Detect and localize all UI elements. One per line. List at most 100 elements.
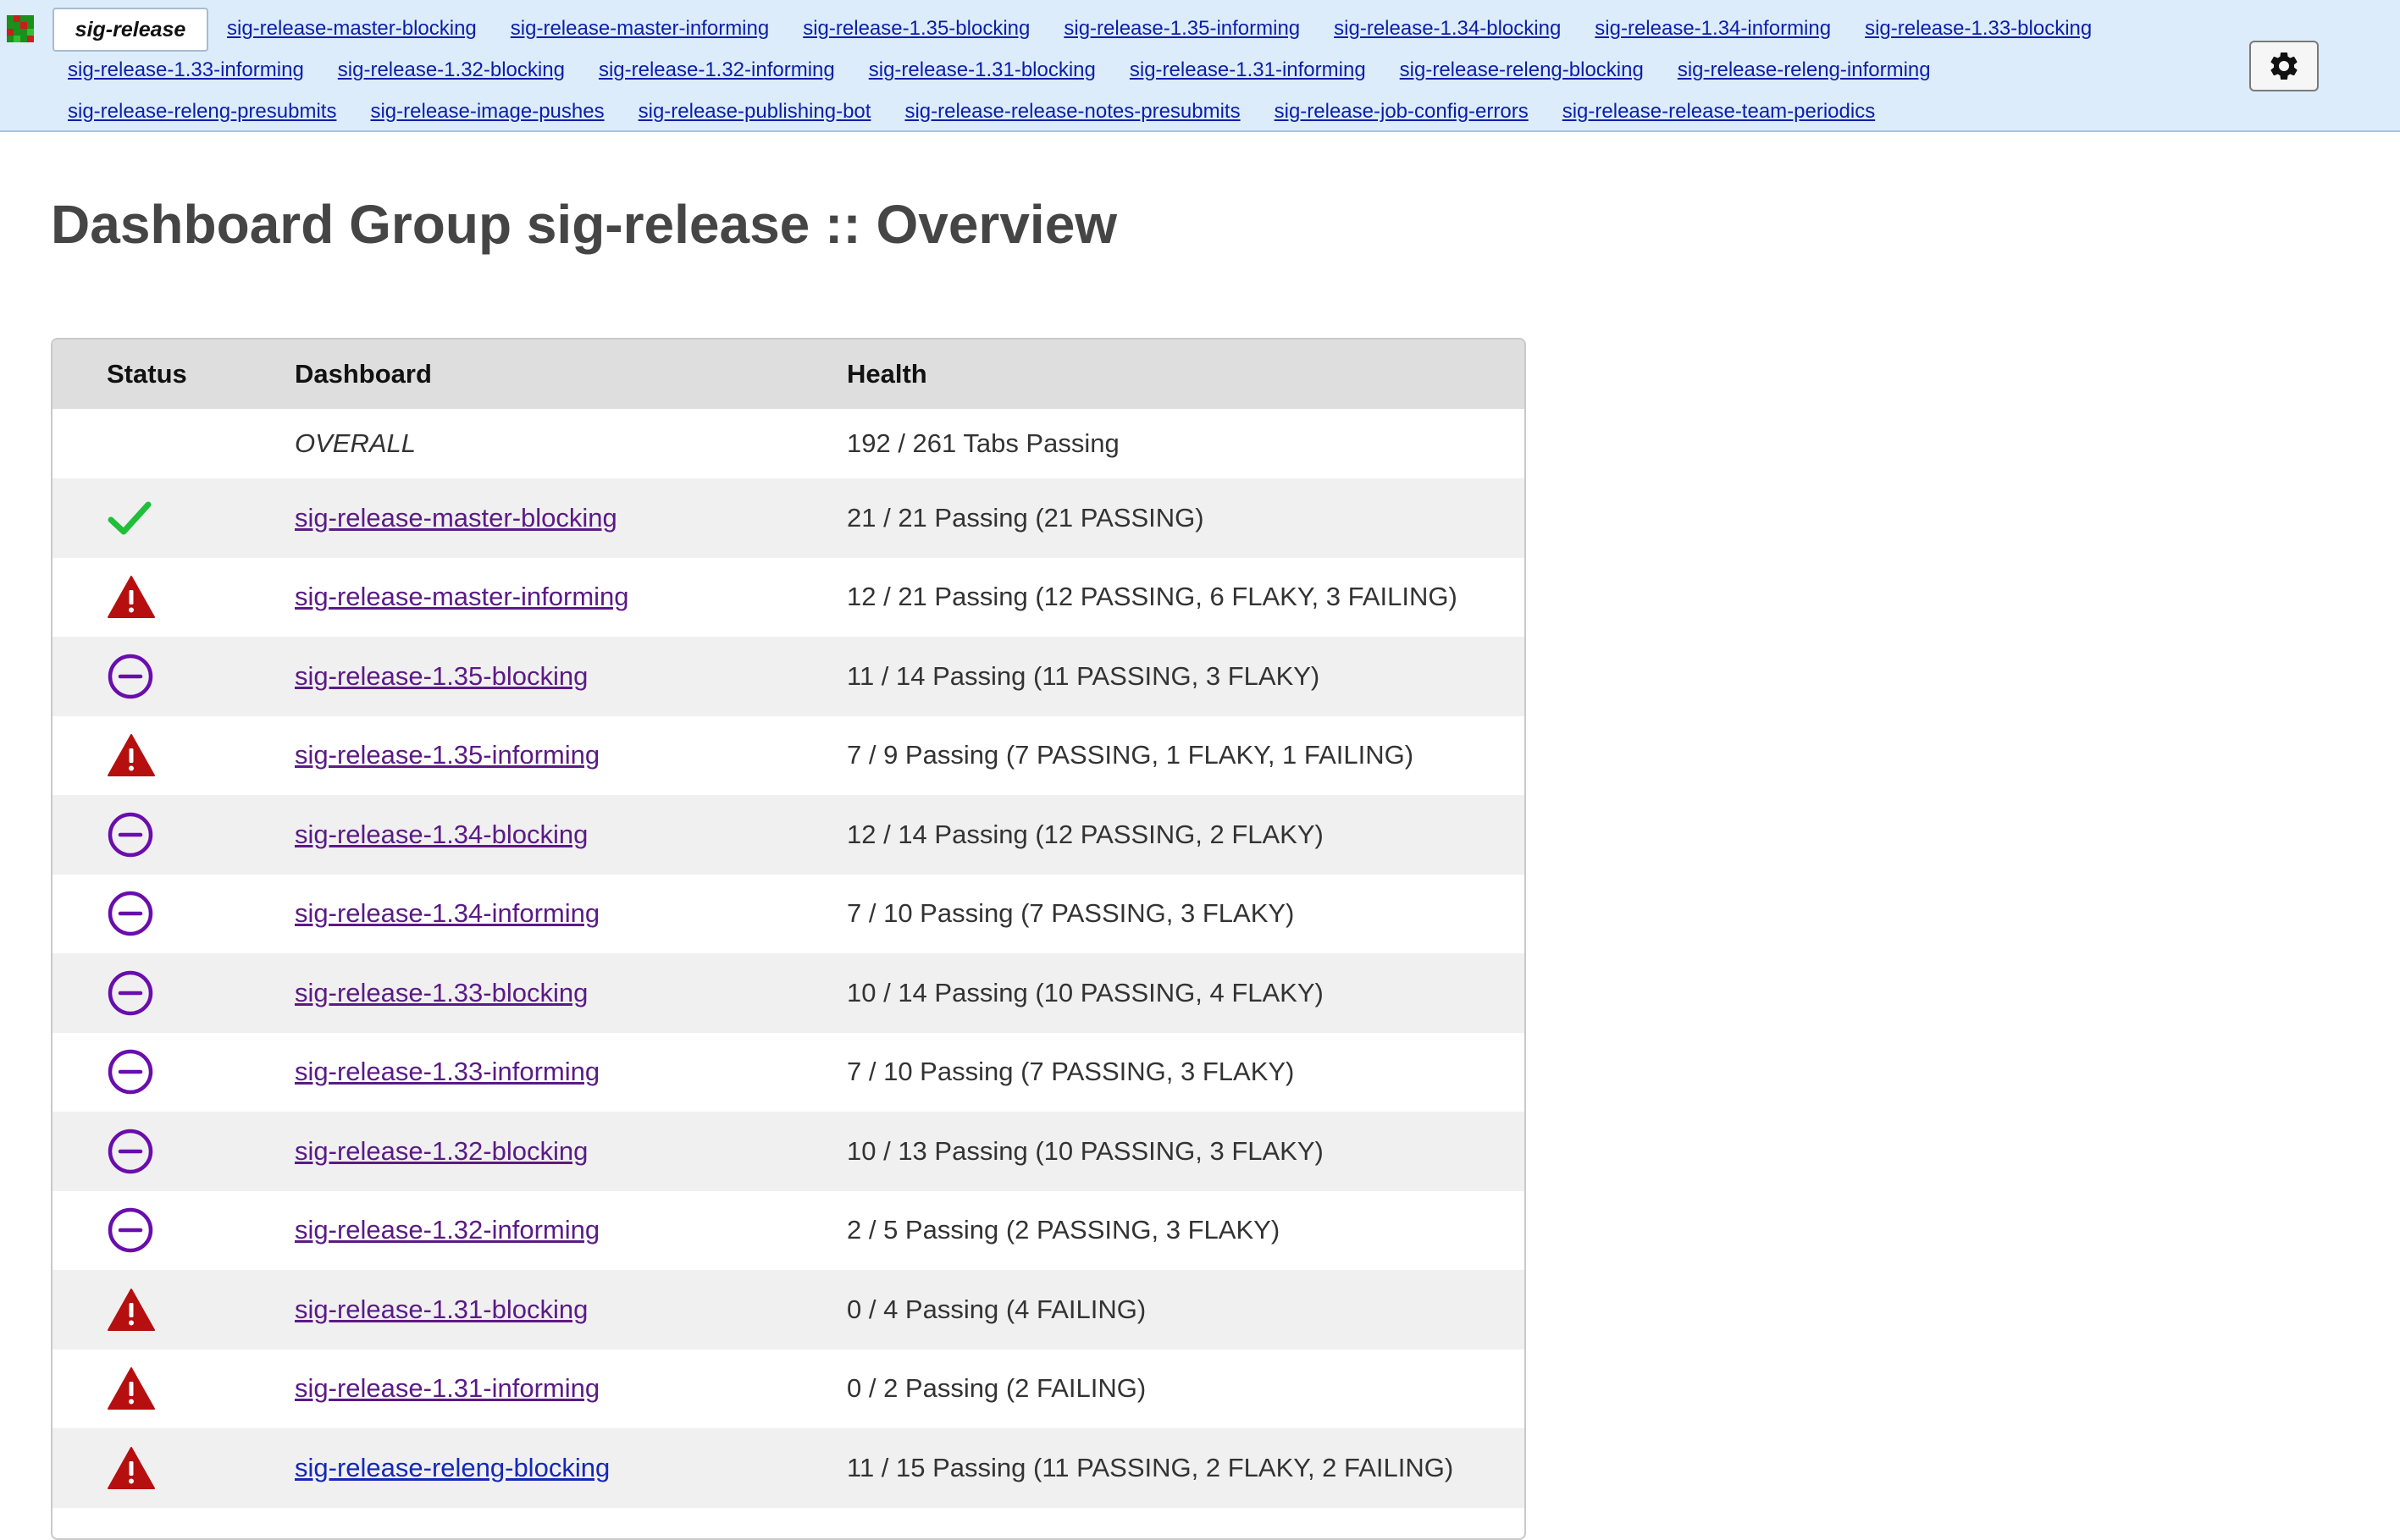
table-row: sig-release-releng-blocking 11 / 15 Passi…: [53, 1428, 1524, 1508]
nav-link-sig-release-release-team-periodics[interactable]: sig-release-release-team-periodics: [1562, 99, 1875, 124]
minus-circle-icon: [108, 891, 153, 936]
dashboard-link[interactable]: sig-release-1.33-blocking: [295, 978, 588, 1007]
status-cell: [53, 1270, 295, 1350]
status-cell: [53, 478, 295, 558]
health-cell: 12 / 21 Passing (12 PASSING, 6 FLAKY, 3 …: [847, 582, 1457, 612]
dashboard-cell: sig-release-master-informing: [295, 558, 847, 638]
dashboard-link[interactable]: sig-release-master-informing: [295, 582, 629, 611]
minus-circle-icon: [108, 1208, 153, 1253]
dashboard-table: Status Dashboard Health OVERALL 192 / 26…: [53, 339, 1524, 1508]
status-cell: [53, 637, 295, 716]
status-cell: [53, 716, 295, 796]
dashboard-link[interactable]: sig-release-1.31-informing: [295, 1373, 600, 1403]
nav-link-sig-release-1.35-blocking[interactable]: sig-release-1.35-blocking: [803, 16, 1030, 41]
nav-link-sig-release-releng-presubmits[interactable]: sig-release-releng-presubmits: [68, 99, 336, 124]
table-row: sig-release-1.32-blocking 10 / 13 Passing…: [53, 1112, 1524, 1191]
dashboard-link[interactable]: sig-release-releng-blocking: [295, 1453, 610, 1482]
health-cell: 11 / 14 Passing (11 PASSING, 3 FLAKY): [847, 637, 1524, 716]
health-cell: 7 / 10 Passing (7 PASSING, 3 FLAKY): [847, 1057, 1295, 1087]
table-row: sig-release-1.35-blocking 11 / 14 Passing…: [53, 637, 1524, 716]
health-cell: 7 / 10 Passing (7 PASSING, 3 FLAKY): [847, 898, 1295, 929]
nav-link-sig-release-1.33-blocking[interactable]: sig-release-1.33-blocking: [1865, 16, 2092, 41]
dashboard-cell: sig-release-1.35-informing: [295, 716, 847, 796]
table-row: sig-release-1.31-blocking 0 / 4 Passing (…: [53, 1270, 1524, 1350]
table-row: sig-release-1.33-informing 7 / 10 Passing…: [53, 1033, 1524, 1112]
nav-link-sig-release-1.33-informing[interactable]: sig-release-1.33-informing: [68, 58, 304, 83]
nav-link-sig-release-1.32-informing[interactable]: sig-release-1.32-informing: [599, 58, 835, 83]
nav-link-sig-release-1.34-blocking[interactable]: sig-release-1.34-blocking: [1334, 16, 1561, 41]
table-row: sig-release-1.34-informing 7 / 10 Passing…: [53, 875, 1524, 954]
status-cell: [53, 875, 295, 954]
minus-circle-icon: [108, 812, 153, 857]
health-cell: 2 / 5 Passing (2 PASSING, 3 FLAKY): [847, 1215, 1280, 1245]
overall-label: OVERALL: [295, 428, 417, 458]
nav-current-group[interactable]: sig-release: [53, 8, 208, 52]
dashboard-cell: sig-release-1.35-blocking: [295, 637, 847, 716]
health-cell: 0 / 2 Passing (2 FAILING): [847, 1373, 1147, 1404]
dashboard-link[interactable]: sig-release-1.32-blocking: [295, 1136, 588, 1166]
nav-row-1: sig-release-master-blocking sig-release-m…: [227, 16, 2126, 41]
warning-triangle-icon: [108, 1367, 155, 1410]
nav-link-sig-release-1.35-informing[interactable]: sig-release-1.35-informing: [1064, 16, 1300, 41]
minus-circle-icon: [108, 1050, 153, 1095]
status-cell: [53, 1428, 295, 1508]
status-cell: [53, 1112, 295, 1191]
status-cell: [53, 1191, 295, 1271]
dashboard-cell: sig-release-1.32-blocking: [295, 1112, 847, 1191]
nav-link-sig-release-1.32-blocking[interactable]: sig-release-1.32-blocking: [338, 58, 565, 83]
health-cell: 21 / 21 Passing (21 PASSING): [847, 478, 1524, 558]
dashboard-table-container: Status Dashboard Health OVERALL 192 / 26…: [51, 338, 1526, 1540]
dashboard-link[interactable]: sig-release-1.34-informing: [295, 898, 600, 928]
minus-circle-icon: [108, 1129, 153, 1173]
top-navigation: sig-release sig-release-master-blocking s…: [0, 0, 2400, 132]
dashboard-link[interactable]: sig-release-1.33-informing: [295, 1057, 600, 1086]
nav-link-sig-release-publishing-bot[interactable]: sig-release-publishing-bot: [639, 99, 871, 124]
table-row: sig-release-1.33-blocking 10 / 14 Passing…: [53, 953, 1524, 1033]
status-cell: [53, 558, 295, 638]
health-cell: 7 / 9 Passing (7 PASSING, 1 FLAKY, 1 FAI…: [847, 740, 1414, 770]
nav-row-3: sig-release-releng-presubmits sig-release…: [68, 99, 1909, 124]
nav-link-sig-release-master-blocking[interactable]: sig-release-master-blocking: [227, 16, 477, 41]
dashboard-cell: sig-release-master-blocking: [295, 478, 847, 558]
dashboard-link[interactable]: sig-release-1.34-blocking: [295, 820, 588, 849]
nav-link-sig-release-image-pushes[interactable]: sig-release-image-pushes: [370, 99, 604, 124]
header-status: Status: [53, 339, 295, 409]
nav-link-sig-release-release-notes-presubmits[interactable]: sig-release-release-notes-presubmits: [904, 99, 1240, 124]
nav-link-sig-release-releng-blocking[interactable]: sig-release-releng-blocking: [1400, 58, 1644, 83]
minus-circle-icon: [108, 654, 153, 698]
dashboard-cell: sig-release-1.34-informing: [295, 875, 847, 954]
status-cell: [53, 1033, 295, 1112]
dashboard-link[interactable]: sig-release-1.31-blocking: [295, 1294, 588, 1324]
status-cell: [53, 795, 295, 875]
health-cell: 12 / 14 Passing (12 PASSING, 2 FLAKY): [847, 795, 1524, 875]
gear-icon: [2270, 52, 2298, 80]
nav-link-sig-release-releng-informing[interactable]: sig-release-releng-informing: [1678, 58, 1931, 83]
nav-link-sig-release-1.31-blocking[interactable]: sig-release-1.31-blocking: [869, 58, 1096, 83]
minus-circle-icon: [108, 970, 153, 1015]
overall-health: 192 / 261 Tabs Passing: [847, 428, 1120, 458]
overall-row: OVERALL 192 / 261 Tabs Passing: [53, 409, 1524, 478]
dashboard-cell: sig-release-1.31-informing: [295, 1350, 847, 1429]
nav-link-sig-release-master-informing[interactable]: sig-release-master-informing: [511, 16, 769, 41]
dashboard-cell: sig-release-1.31-blocking: [295, 1270, 847, 1350]
dashboard-cell: sig-release-1.33-blocking: [295, 953, 847, 1033]
health-cell: 0 / 4 Passing (4 FAILING): [847, 1270, 1524, 1350]
table-row: sig-release-1.35-informing 7 / 9 Passing …: [53, 716, 1524, 796]
settings-button[interactable]: [2249, 41, 2319, 91]
health-cell: 10 / 13 Passing (10 PASSING, 3 FLAKY): [847, 1112, 1524, 1191]
header-dashboard: Dashboard: [295, 339, 847, 409]
nav-link-sig-release-1.31-informing[interactable]: sig-release-1.31-informing: [1130, 58, 1366, 83]
table-row: sig-release-1.34-blocking 12 / 14 Passing…: [53, 795, 1524, 875]
dashboard-link[interactable]: sig-release-master-blocking: [295, 503, 617, 533]
page-title: Dashboard Group sig-release :: Overview: [51, 194, 1118, 255]
warning-triangle-icon: [108, 576, 155, 619]
dashboard-link[interactable]: sig-release-1.35-informing: [295, 740, 600, 770]
nav-link-sig-release-job-config-errors[interactable]: sig-release-job-config-errors: [1275, 99, 1529, 124]
dashboard-link[interactable]: sig-release-1.32-informing: [295, 1215, 600, 1245]
dashboard-cell: sig-release-1.33-informing: [295, 1033, 847, 1112]
nav-link-sig-release-1.34-informing[interactable]: sig-release-1.34-informing: [1595, 16, 1831, 41]
status-cell: [53, 1350, 295, 1429]
dashboard-link[interactable]: sig-release-1.35-blocking: [295, 661, 588, 691]
dashboard-cell: sig-release-1.32-informing: [295, 1191, 847, 1271]
testgrid-logo-icon: [7, 15, 34, 42]
